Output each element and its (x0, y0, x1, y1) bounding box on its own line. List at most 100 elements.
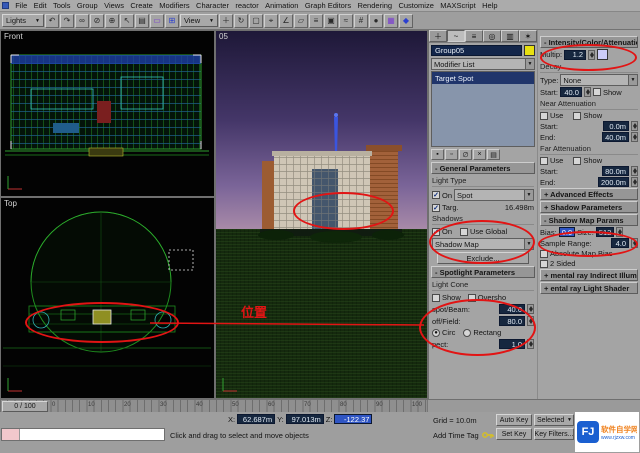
z-coordinate-field[interactable]: -122.37 (334, 414, 372, 424)
decay-start-spinner[interactable] (584, 87, 591, 97)
size-field[interactable]: 512 (596, 227, 615, 237)
angle-snap-icon[interactable]: ∠ (279, 14, 293, 28)
utilities-tab[interactable]: ✶ (519, 30, 537, 42)
menu-rendering[interactable]: Rendering (354, 1, 395, 10)
select-by-name-icon[interactable]: ▤ (135, 14, 149, 28)
rollout-general-parameters[interactable]: - General Parameters (431, 162, 535, 174)
far-show-checkbox[interactable] (573, 157, 581, 165)
mirror-icon[interactable]: ▱ (294, 14, 308, 28)
selection-set-dropdown[interactable]: Selected ▼ (534, 414, 574, 426)
layer-manager-icon[interactable]: ▣ (324, 14, 338, 28)
menu-character[interactable]: Character (193, 1, 232, 10)
rollout-advanced-effects[interactable]: + Advanced Effects (540, 188, 638, 200)
selection-filter-dropdown[interactable]: Lights ▼ (2, 14, 44, 27)
menu-modifiers[interactable]: Modifiers (156, 1, 193, 10)
two-sided-checkbox[interactable] (540, 260, 548, 268)
maxscript-mini-listener[interactable] (1, 428, 165, 441)
show-cone-checkbox[interactable] (432, 294, 440, 302)
multiplier-spinner[interactable] (588, 50, 595, 60)
align-icon[interactable]: ≡ (309, 14, 323, 28)
overshoot-checkbox[interactable] (468, 294, 476, 302)
exclude-button[interactable]: Exclude... (437, 252, 529, 264)
light-on-checkbox[interactable]: ✓ (432, 191, 440, 199)
circle-radio[interactable]: ● (432, 329, 440, 337)
near-start-spinner[interactable] (631, 121, 638, 131)
x-coordinate-field[interactable]: 62.687m (237, 414, 275, 424)
reference-coordinate-dropdown[interactable]: View ▼ (180, 14, 218, 27)
menu-animation[interactable]: Animation (262, 1, 302, 10)
far-end-field[interactable]: 200.0m (598, 177, 629, 187)
rollout-mental-ray-shader[interactable]: + ental ray Light Shader (540, 282, 638, 294)
rollout-mental-ray-indirect[interactable]: + mental ray Indirect Illumin (540, 269, 638, 281)
rollout-spotlight-parameters[interactable]: - Spotlight Parameters (431, 266, 535, 278)
far-start-field[interactable]: 80.0m (602, 166, 629, 176)
aspect-field[interactable]: 1.0 (499, 339, 525, 349)
key-filters-button[interactable]: Key Filters... (534, 428, 574, 440)
menu-graph-editors[interactable]: Graph Editors (302, 1, 355, 10)
rollout-shadow-map-params[interactable]: - Shadow Map Params (540, 214, 638, 226)
far-end-spinner[interactable] (631, 177, 638, 187)
falloff-field[interactable]: 80.0 (499, 316, 525, 326)
region-rectangle-icon[interactable]: ▭ (150, 14, 164, 28)
menu-help[interactable]: Help (479, 1, 501, 10)
menu-reactor[interactable]: reactor (232, 1, 262, 10)
add-time-tag[interactable]: Add Time Tag (433, 431, 479, 440)
menu-file[interactable]: File (12, 1, 30, 10)
display-tab[interactable]: ▥ (501, 30, 519, 42)
create-tab[interactable]: ＋ (429, 30, 447, 42)
modifier-list-dropdown[interactable]: Modifier List ▼ (431, 58, 535, 70)
menu-customize[interactable]: Customize (395, 1, 437, 10)
keyboard-override-key-icon[interactable] (482, 430, 494, 440)
render-setup-icon[interactable]: ▦ (384, 14, 398, 28)
decay-show-checkbox[interactable] (593, 88, 601, 96)
window-crossing-icon[interactable]: ⊞ (165, 14, 179, 28)
material-editor-icon[interactable]: ● (369, 14, 383, 28)
rollout-intensity-color-attenuation[interactable]: - Intensity/Color/Attenuation (540, 36, 638, 48)
make-unique-icon[interactable]: ∅ (459, 149, 472, 160)
far-start-spinner[interactable] (631, 166, 638, 176)
shadow-type-dropdown[interactable]: Shadow Map ▼ (432, 238, 534, 250)
modifier-stack[interactable]: Target Spot (431, 71, 535, 147)
y-coordinate-field[interactable]: 97.013m (286, 414, 324, 424)
light-color-swatch[interactable] (597, 49, 608, 60)
near-show-checkbox[interactable] (573, 112, 581, 120)
object-name-field[interactable]: Group05 (431, 45, 522, 56)
unlink-icon[interactable]: ⊘ (90, 14, 104, 28)
modify-tab[interactable]: ~ (447, 30, 465, 42)
rollout-shadow-parameters[interactable]: + Shadow Parameters (540, 201, 638, 213)
aspect-spinner[interactable] (527, 339, 534, 349)
size-spinner[interactable] (616, 227, 623, 237)
motion-tab[interactable]: ◎ (483, 30, 501, 42)
bind-spacewarp-icon[interactable]: ⊕ (105, 14, 119, 28)
select-link-icon[interactable]: ∞ (75, 14, 89, 28)
maxscript-macro-cell[interactable] (2, 429, 20, 440)
near-start-field[interactable]: 0.0m (603, 121, 629, 131)
hierarchy-tab[interactable]: ≡ (465, 30, 483, 42)
rectangle-radio[interactable] (463, 329, 471, 337)
hotspot-field[interactable]: 40.0 (499, 304, 525, 314)
stack-item-target-spot[interactable]: Target Spot (432, 72, 534, 84)
falloff-spinner[interactable] (527, 316, 534, 326)
rotate-icon[interactable]: ↻ (234, 14, 248, 28)
redo-icon[interactable]: ↷ (60, 14, 74, 28)
targeted-checkbox[interactable]: ✓ (432, 204, 440, 212)
remove-modifier-icon[interactable]: × (473, 149, 486, 160)
move-icon[interactable]: ＋ (219, 14, 233, 28)
pin-stack-icon[interactable]: ▪ (431, 149, 444, 160)
curve-editor-icon[interactable]: ≈ (339, 14, 353, 28)
multiplier-field[interactable]: 1.2 (564, 50, 586, 60)
object-color-swatch[interactable] (524, 45, 535, 56)
menu-create[interactable]: Create (127, 1, 156, 10)
viewport-front[interactable]: Front (0, 30, 215, 197)
near-use-checkbox[interactable] (540, 112, 548, 120)
schematic-view-icon[interactable]: # (354, 14, 368, 28)
near-end-spinner[interactable] (631, 132, 638, 142)
auto-key-button[interactable]: Auto Key (496, 414, 532, 426)
select-object-icon[interactable]: ↖ (120, 14, 134, 28)
bias-field[interactable]: 0.0 (559, 227, 575, 237)
scale-icon[interactable]: ▢ (249, 14, 263, 28)
sample-range-spinner[interactable] (631, 238, 638, 248)
configure-modifier-sets-icon[interactable]: ▤ (487, 149, 500, 160)
menu-maxscript[interactable]: MAXScript (437, 1, 479, 10)
shadows-on-checkbox[interactable]: ✓ (432, 228, 440, 236)
